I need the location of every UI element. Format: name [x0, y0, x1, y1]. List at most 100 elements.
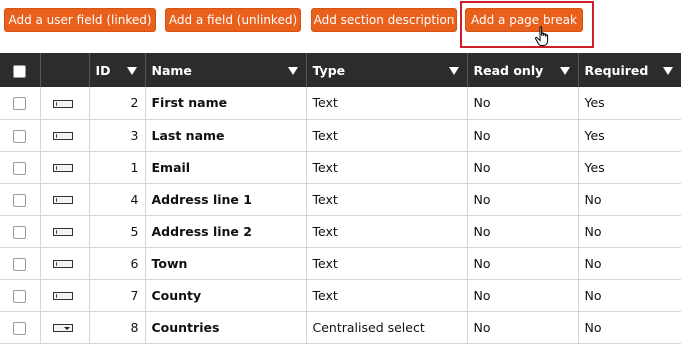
- row-required: Yes: [578, 151, 681, 184]
- row-checkbox-cell: [0, 87, 41, 120]
- select-all-checkbox[interactable]: [13, 64, 27, 78]
- row-icon-cell: [40, 119, 90, 152]
- text-field-icon: [52, 260, 73, 268]
- row-required: Yes: [578, 119, 681, 152]
- row-read-only: No: [467, 151, 579, 184]
- row-required: Yes: [578, 87, 681, 120]
- row-type: Text: [306, 151, 468, 184]
- read-only-column-header[interactable]: Read only: [467, 53, 579, 87]
- row-name[interactable]: Address line 1: [145, 183, 307, 216]
- row-id: 4: [89, 183, 146, 216]
- table-row[interactable]: 5 Address line 2 Text No No: [0, 215, 681, 248]
- row-checkbox-cell: [0, 247, 41, 280]
- hand-cursor-icon: [535, 26, 549, 46]
- row-checkbox[interactable]: [13, 225, 27, 239]
- row-checkbox[interactable]: [13, 161, 27, 175]
- add-field-button[interactable]: Add a field (unlinked): [165, 8, 301, 32]
- row-icon-cell: [40, 215, 90, 248]
- row-checkbox-cell: [0, 215, 41, 248]
- row-id: 5: [89, 215, 146, 248]
- toolbar: Add a user field (linked) Add a field (u…: [0, 0, 681, 50]
- row-icon-cell: [40, 87, 90, 120]
- row-read-only: No: [467, 183, 579, 216]
- row-checkbox-cell: [0, 279, 41, 312]
- row-id: 3: [89, 119, 146, 152]
- row-name[interactable]: Last name: [145, 119, 307, 152]
- name-sort-icon[interactable]: [287, 67, 298, 75]
- table-row[interactable]: 6 Town Text No No: [0, 247, 681, 280]
- row-name[interactable]: Town: [145, 247, 307, 280]
- type-header-label: Type: [312, 62, 346, 78]
- read-only-sort-icon[interactable]: [559, 67, 570, 75]
- required-column-header[interactable]: Required: [578, 53, 681, 87]
- text-field-icon: [52, 228, 73, 236]
- row-checkbox[interactable]: [13, 97, 27, 111]
- row-required: No: [578, 279, 681, 312]
- row-icon-cell: [40, 183, 90, 216]
- row-name[interactable]: Countries: [145, 311, 307, 344]
- required-header-label: Required: [584, 62, 649, 78]
- add-section-description-button[interactable]: Add section description: [311, 8, 457, 32]
- row-checkbox[interactable]: [13, 193, 27, 207]
- row-checkbox[interactable]: [13, 257, 27, 271]
- type-column-header[interactable]: Type: [306, 53, 468, 87]
- table-row[interactable]: 2 First name Text No Yes: [0, 87, 681, 120]
- row-name[interactable]: County: [145, 279, 307, 312]
- name-column-header[interactable]: Name: [145, 53, 307, 87]
- table-row[interactable]: 4 Address line 1 Text No No: [0, 183, 681, 216]
- id-header-label: ID: [95, 62, 111, 78]
- row-icon-cell: [40, 151, 90, 184]
- row-id: 2: [89, 87, 146, 120]
- row-checkbox-cell: [0, 119, 41, 152]
- row-checkbox-cell: [0, 183, 41, 216]
- table-row[interactable]: 8 Countries Centralised select No No: [0, 311, 681, 344]
- select-field-icon: [52, 324, 73, 332]
- row-checkbox-cell: [0, 311, 41, 344]
- row-type: Text: [306, 183, 468, 216]
- table-row[interactable]: 1 Email Text No Yes: [0, 151, 681, 184]
- row-name[interactable]: First name: [145, 87, 307, 120]
- text-field-icon: [52, 132, 73, 140]
- row-id: 6: [89, 247, 146, 280]
- type-sort-icon[interactable]: [448, 67, 459, 75]
- text-field-icon: [52, 196, 73, 204]
- row-id: 7: [89, 279, 146, 312]
- row-read-only: No: [467, 311, 579, 344]
- row-name[interactable]: Address line 2: [145, 215, 307, 248]
- row-read-only: No: [467, 87, 579, 120]
- row-checkbox[interactable]: [13, 321, 27, 335]
- row-required: No: [578, 247, 681, 280]
- table-row[interactable]: 3 Last name Text No Yes: [0, 119, 681, 152]
- row-checkbox[interactable]: [13, 289, 27, 303]
- row-required: No: [578, 215, 681, 248]
- row-icon-cell: [40, 279, 90, 312]
- row-required: No: [578, 183, 681, 216]
- row-name[interactable]: Email: [145, 151, 307, 184]
- row-read-only: No: [467, 119, 579, 152]
- row-type: Text: [306, 279, 468, 312]
- row-checkbox[interactable]: [13, 129, 27, 143]
- id-column-header[interactable]: ID: [89, 53, 146, 87]
- row-type: Text: [306, 215, 468, 248]
- required-sort-icon[interactable]: [662, 67, 673, 75]
- select-all-cell: [0, 53, 41, 87]
- row-icon-cell: [40, 247, 90, 280]
- row-type: Text: [306, 87, 468, 120]
- read-only-header-label: Read only: [473, 62, 544, 78]
- id-sort-icon[interactable]: [126, 67, 137, 75]
- row-icon-cell: [40, 311, 90, 344]
- add-user-field-button[interactable]: Add a user field (linked): [4, 8, 156, 32]
- row-checkbox-cell: [0, 151, 41, 184]
- table-row[interactable]: 7 County Text No No: [0, 279, 681, 312]
- text-field-icon: [52, 164, 73, 172]
- row-id: 8: [89, 311, 146, 344]
- row-read-only: No: [467, 247, 579, 280]
- row-id: 1: [89, 151, 146, 184]
- text-field-icon: [52, 99, 73, 108]
- row-read-only: No: [467, 215, 579, 248]
- table-header-row: ID Name Type Read only Required: [0, 53, 681, 87]
- icon-column-header: [40, 53, 90, 87]
- row-required: No: [578, 311, 681, 344]
- row-type: Text: [306, 247, 468, 280]
- fields-table: ID Name Type Read only Required 2 First n…: [0, 53, 681, 344]
